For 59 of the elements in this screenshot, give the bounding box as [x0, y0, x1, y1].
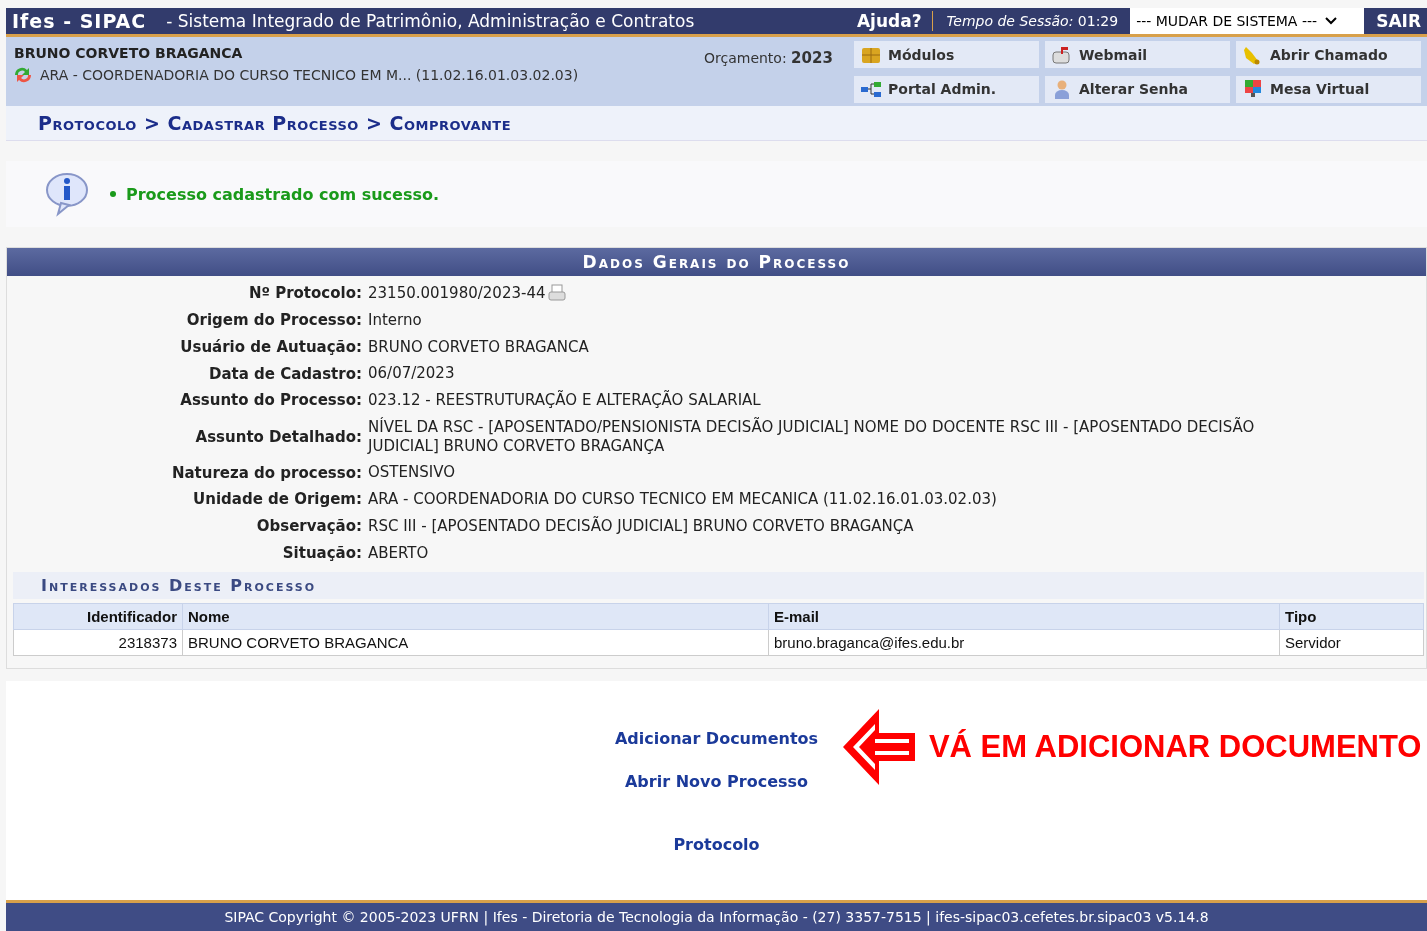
protocol-link[interactable]: Protocolo: [673, 835, 760, 855]
shortcut-link[interactable]: Abrir Chamado: [1236, 41, 1421, 68]
bullet-icon: [110, 191, 116, 197]
field-value: ARA - COORDENADORIA DO CURSO TECNICO EM MECANICA (11.02.16.01.03.02.03): [368, 490, 997, 509]
field-label: Assunto do Processo:: [179, 391, 362, 410]
field-value: Interno: [368, 310, 422, 330]
shortcut-link[interactable]: Portal Admin.: [854, 75, 1039, 103]
table-cell: BRUNO CORVETO BRAGANCA: [182, 629, 769, 656]
help-link[interactable]: Ajuda?: [856, 11, 933, 31]
shortcut-link[interactable]: Webmail: [1045, 41, 1230, 68]
field-label: Usuário de Autuação:: [179, 337, 362, 356]
table-cell: bruno.braganca@ifes.edu.br: [768, 629, 1280, 656]
table-cell: Servidor: [1279, 629, 1424, 656]
section-caption: Dados Gerais do Processo: [7, 248, 1426, 276]
field-value: OSTENSIVO: [368, 463, 455, 482]
column-header: E-mail: [768, 603, 1280, 630]
column-header: Nome: [182, 603, 769, 630]
footer: SIPAC Copyright © 2005-2023 UFRN | Ifes - Diretoria de Tecnologia da Informação - (27) 3357-7515 | ifes-sipac03.cefetes.br.sipac03 v5.14.8: [6, 900, 1427, 931]
monitor-icon: [1242, 79, 1264, 99]
system-name: - Sistema Integrado de Patrimônio, Administração e Contratos: [166, 11, 696, 31]
user-unit: ARA - COORDENADORIA DO CURSO TECNICO EM M... (11.02.16.01.03.02.03): [40, 67, 579, 83]
shortcut-link[interactable]: Mesa Virtual: [1236, 75, 1421, 103]
shortcut-link[interactable]: Alterar Senha: [1045, 75, 1230, 103]
column-header: Identificador: [13, 603, 183, 630]
field-label: Situação:: [281, 543, 362, 562]
session-timer: Tempo de Sessão: 01:29: [946, 13, 1119, 29]
field-label: Nº Protocolo:: [247, 284, 362, 303]
field-label: Data de Cadastro:: [208, 364, 362, 383]
field-value: 06/07/2023: [368, 364, 455, 383]
printer-icon[interactable]: [547, 284, 568, 303]
success-message: Processo cadastrado com sucesso.: [126, 184, 440, 204]
field-value: ABERTO: [368, 543, 429, 563]
breadcrumb: Protocolo > Cadastrar Processo > Comprovante: [6, 106, 1427, 141]
column-header: Tipo: [1279, 603, 1424, 630]
network-icon: [860, 79, 882, 99]
field-value: RSC III - [APOSENTADO DECISÃO JUDICIAL] BRUNO CORVETO BRAGANÇA: [368, 516, 914, 536]
table-cell: 2318373: [13, 629, 183, 656]
user-name: BRUNO CORVETO BRAGANCA: [14, 45, 244, 61]
chevron-down-icon: [1325, 17, 1338, 25]
refresh-arrows-icon[interactable]: [12, 65, 34, 85]
field-label: Unidade de Origem:: [192, 490, 362, 509]
shortcut-link[interactable]: Módulos: [854, 41, 1039, 68]
field-label: Assunto Detalhado:: [194, 427, 362, 446]
field-label: Origem do Processo:: [185, 311, 362, 330]
field-label: Natureza do processo:: [170, 463, 362, 482]
field-value: NÍVEL DA RSC - [APOSENTADO/PENSIONISTA DECISÃO JUDICIAL] NOME DO DOCENTE RSC III - [APOSENTADO DECISÃO JUDICIAL] BRUNO CORVETO BRAGANÇA: [368, 417, 1256, 456]
field-value: 23150.001980/2023-44: [368, 284, 546, 303]
field-value: BRUNO CORVETO BRAGANCA: [368, 337, 589, 357]
action-link[interactable]: Adicionar Documentos: [614, 729, 819, 749]
section-subcaption: Interessados Deste Processo: [13, 572, 1424, 600]
budget-year: Orçamento: 2023: [704, 48, 834, 69]
field-value: 023.12 - REESTRUTURAÇÃO E ALTERAÇÃO SALARIAL: [368, 391, 761, 410]
annotation-text: VÁ EM ADICIONAR DOCUMENTO: [928, 729, 1422, 766]
system-select[interactable]: --- MUDAR DE SISTEMA ---: [1130, 8, 1365, 34]
logout-link[interactable]: SAIR: [1364, 11, 1427, 31]
brand-title: Ifes - SIPAC: [11, 10, 148, 32]
field-label: Observação:: [255, 517, 362, 536]
mailbox-icon: [1051, 44, 1073, 65]
action-link[interactable]: Abrir Novo Processo: [625, 772, 808, 792]
